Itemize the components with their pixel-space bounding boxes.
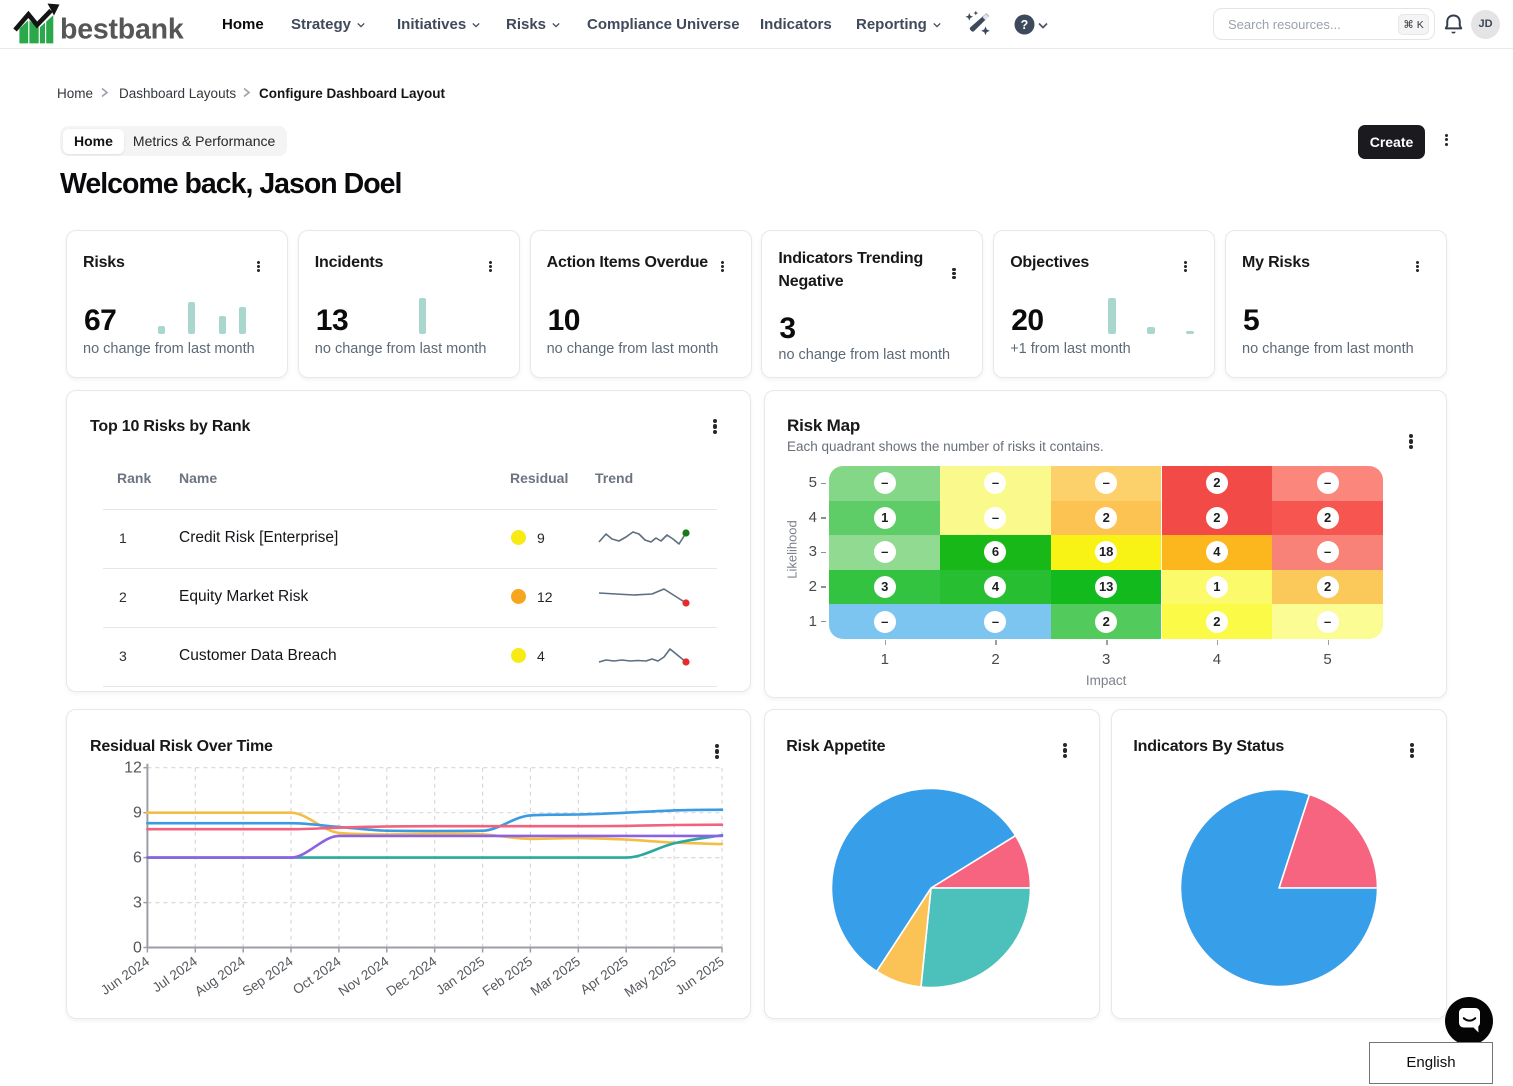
svg-text:3: 3 bbox=[133, 895, 142, 912]
svg-text:Jan 2025: Jan 2025 bbox=[433, 954, 487, 998]
svg-text:bestbank: bestbank bbox=[60, 14, 184, 46]
svg-text:Nov 2024: Nov 2024 bbox=[336, 953, 392, 999]
svg-text:0: 0 bbox=[133, 940, 142, 957]
svg-text:Oct 2024: Oct 2024 bbox=[290, 953, 344, 997]
svg-text:Aug 2024: Aug 2024 bbox=[192, 953, 248, 999]
svg-text:?: ? bbox=[1021, 18, 1029, 32]
svg-text:6: 6 bbox=[133, 850, 142, 867]
svg-text:Jun 2024: Jun 2024 bbox=[98, 953, 153, 997]
svg-text:Dec 2024: Dec 2024 bbox=[383, 953, 439, 999]
svg-text:Feb 2025: Feb 2025 bbox=[480, 954, 535, 999]
svg-text:12: 12 bbox=[124, 760, 142, 777]
svg-text:Mar 2025: Mar 2025 bbox=[528, 954, 583, 999]
svg-text:May 2025: May 2025 bbox=[622, 954, 679, 1000]
svg-text:9: 9 bbox=[133, 805, 142, 822]
svg-text:Sep 2024: Sep 2024 bbox=[240, 953, 296, 999]
svg-text:Jun 2025: Jun 2025 bbox=[673, 954, 727, 998]
